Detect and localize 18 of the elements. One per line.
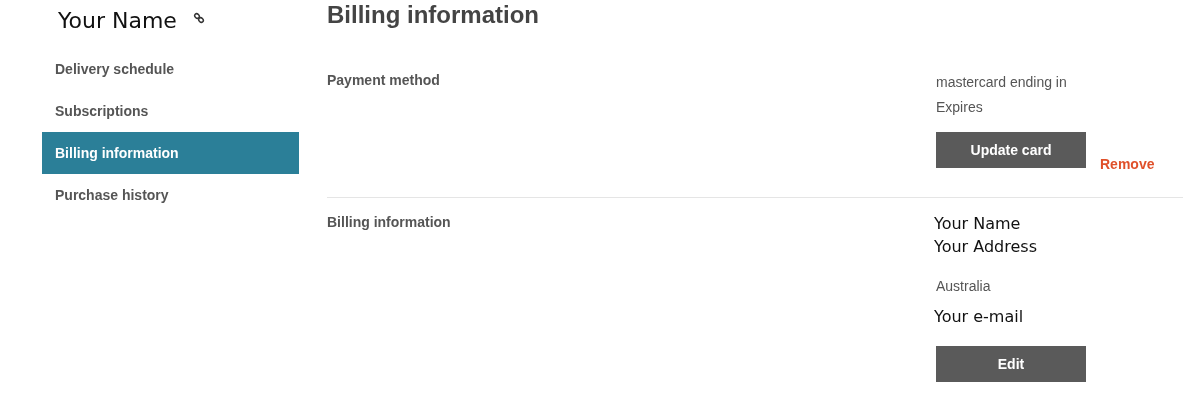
detail-text: Your Name <box>934 213 1022 235</box>
page-title: Billing information <box>327 0 540 30</box>
remove-link[interactable]: Remove <box>1100 154 1155 175</box>
sidebar-item[interactable]: Delivery schedule <box>42 48 299 90</box>
sidebar-item[interactable]: Subscriptions <box>42 90 299 132</box>
detail-text: mastercard ending in <box>936 73 1068 92</box>
action-button[interactable]: Update card <box>936 132 1086 168</box>
section-label: Payment method <box>327 72 440 88</box>
link-icon <box>192 12 205 24</box>
detail-text: Australia <box>936 277 992 296</box>
action-button[interactable]: Edit <box>936 346 1086 382</box>
detail-text: Your Address <box>934 236 1038 258</box>
section-label: Billing information <box>327 214 451 230</box>
detail-text: Expires <box>936 98 984 117</box>
detail-text: Your e-mail <box>934 306 1025 328</box>
sidebar-item[interactable]: Purchase history <box>42 174 299 216</box>
account-name: Your Name <box>58 7 177 35</box>
sidebar-item[interactable]: Billing information <box>42 132 299 174</box>
